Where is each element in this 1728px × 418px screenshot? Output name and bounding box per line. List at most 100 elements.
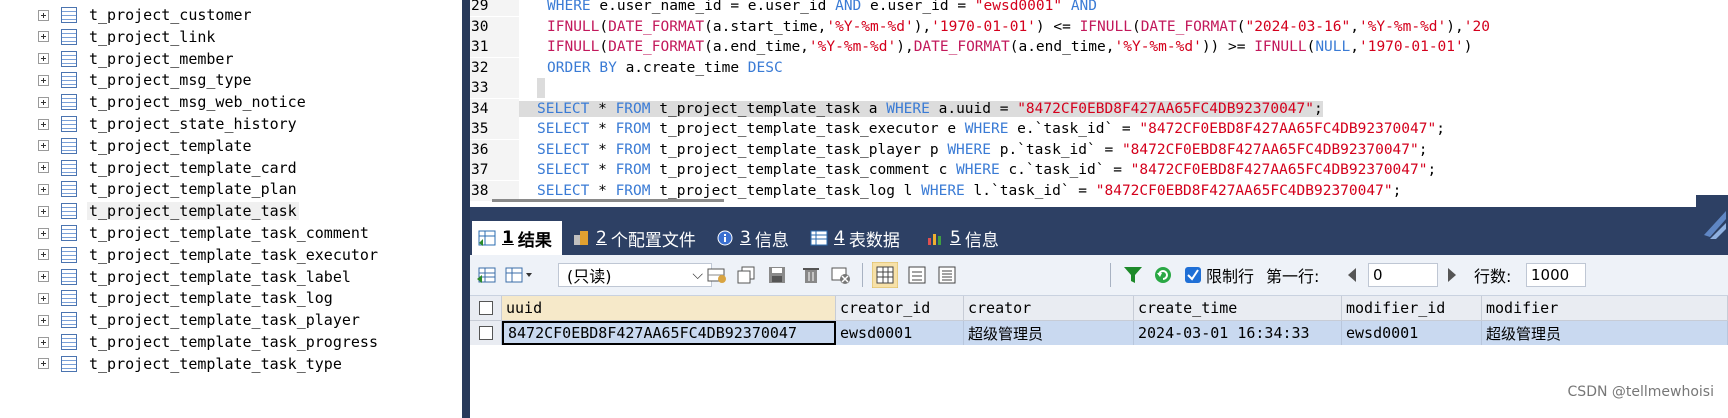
filter-icon[interactable]: [1122, 265, 1144, 285]
duplicate-row-icon[interactable]: [736, 265, 758, 285]
first-row-input[interactable]: 0: [1368, 263, 1438, 287]
grid-cell[interactable]: ewsd0001: [836, 321, 964, 345]
column-header-modifier[interactable]: modifier: [1482, 296, 1728, 321]
expand-plus-icon[interactable]: [38, 9, 49, 21]
column-header-create-time[interactable]: create_time: [1134, 296, 1342, 321]
code-line[interactable]: 34 SELECT * FROM t_project_template_task …: [470, 98, 1728, 119]
tree-item-table[interactable]: t_project_msg_type: [38, 69, 254, 91]
export-grid-icon[interactable]: [476, 265, 498, 285]
tree-item-table[interactable]: t_project_msg_web_notice: [38, 91, 308, 113]
tree-item-table[interactable]: t_project_template_task: [38, 200, 299, 222]
select-all-header[interactable]: [470, 296, 502, 321]
column-header-creator[interactable]: creator: [964, 296, 1134, 321]
grid-view-icon[interactable]: [872, 262, 898, 288]
code-token: t_project_template_task_comment c: [659, 162, 957, 178]
delete-row-icon[interactable]: [800, 265, 822, 285]
grid-cell[interactable]: ewsd0001: [1342, 321, 1482, 345]
prev-page-icon[interactable]: [1344, 265, 1360, 285]
tree-item-table[interactable]: t_project_template_task_executor: [38, 244, 380, 266]
expand-plus-icon[interactable]: [38, 271, 49, 283]
editor-horizontal-scrollbar[interactable]: [492, 199, 724, 202]
expand-plus-icon[interactable]: [38, 162, 49, 174]
tree-item-table[interactable]: t_project_template_plan: [38, 178, 299, 200]
grid-cell[interactable]: 超级管理员: [964, 321, 1134, 345]
code-line[interactable]: 36 SELECT * FROM t_project_template_task_…: [470, 139, 1728, 160]
line-number: 30: [470, 16, 519, 37]
code-text: IFNULL(DATE_FORMAT(a.end_time,'%Y-%m-%d'…: [519, 39, 1472, 55]
row-count-input[interactable]: 1000: [1526, 263, 1586, 287]
expand-plus-icon[interactable]: [38, 53, 49, 65]
tree-item-table[interactable]: t_project_template_task_player: [38, 309, 362, 331]
expand-plus-icon[interactable]: [38, 205, 49, 217]
form-view-icon[interactable]: [906, 265, 928, 285]
expand-plus-icon[interactable]: [38, 74, 49, 86]
tree-item-table[interactable]: t_project_template_task_log: [38, 287, 335, 309]
next-page-icon[interactable]: [1444, 265, 1460, 285]
expand-plus-icon[interactable]: [38, 336, 49, 348]
tree-item-table[interactable]: t_project_member: [38, 48, 236, 70]
code-token: ORDER BY: [547, 59, 626, 76]
grid-options-dropdown-icon[interactable]: [504, 265, 534, 285]
code-token: t_project_template_task_player p: [659, 141, 948, 158]
tree-item-table[interactable]: t_project_template_task_type: [38, 353, 344, 375]
tree-item-table[interactable]: t_project_customer: [38, 4, 254, 26]
tree-item-table[interactable]: t_project_template_task_label: [38, 266, 353, 288]
row-selector[interactable]: [470, 321, 502, 345]
edit-mode-select[interactable]: (只读) ⌵: [558, 263, 712, 287]
expand-plus-icon[interactable]: [38, 358, 49, 370]
expand-plus-icon[interactable]: [38, 249, 49, 261]
grid-cell[interactable]: 2024-03-01 16:34:33: [1134, 321, 1342, 345]
expand-plus-icon[interactable]: [38, 227, 49, 239]
expand-plus-icon[interactable]: [38, 118, 49, 130]
add-row-icon[interactable]: [706, 265, 728, 285]
tree-item-label: t_project_template_card: [89, 158, 297, 177]
column-header-uuid[interactable]: uuid: [502, 296, 836, 321]
expand-plus-icon[interactable]: [38, 31, 49, 43]
tab-4[interactable]: 4 表数据: [804, 221, 914, 255]
row-checkbox[interactable]: [479, 326, 493, 340]
sql-editor[interactable]: 29 WHERE e.user_name_id = e.user_id AND e…: [470, 0, 1728, 204]
refresh-icon[interactable]: [1152, 265, 1174, 285]
tree-item-table[interactable]: t_project_template: [38, 135, 254, 157]
result-grid[interactable]: uuid creator_id creator create_time modifier…: [470, 296, 1728, 418]
code-line[interactable]: 33: [470, 78, 1728, 98]
tree-item-table[interactable]: t_project_template_task_progress: [38, 331, 380, 353]
code-token: ;: [1418, 141, 1428, 158]
grid-cell[interactable]: 8472CF0EBD8F427AA65FC4DB92370047: [502, 321, 836, 345]
editor-gutter-bar: [462, 0, 470, 418]
expand-plus-icon[interactable]: [38, 96, 49, 108]
limit-rows-checkbox[interactable]: [1184, 265, 1202, 285]
code-token: *: [598, 100, 616, 117]
discard-changes-icon[interactable]: [830, 265, 852, 285]
tree-item-table[interactable]: t_project_state_history: [38, 113, 299, 135]
code-line[interactable]: 31 IFNULL(DATE_FORMAT(a.end_time,'%Y-%m-%…: [470, 37, 1728, 57]
tree-item-table[interactable]: t_project_template_card: [38, 157, 299, 179]
code-line[interactable]: 30 IFNULL(DATE_FORMAT(a.start_time,'%Y-%m…: [470, 16, 1728, 37]
tab-3[interactable]: 3 信息: [710, 221, 798, 255]
tab-5[interactable]: 5 信息: [920, 221, 1004, 255]
code-line[interactable]: 37 SELECT * FROM t_project_template_task_…: [470, 160, 1728, 180]
expand-plus-icon[interactable]: [38, 140, 49, 152]
text-view-icon[interactable]: [936, 265, 958, 285]
tab-1[interactable]: 1 结果: [472, 221, 562, 255]
expand-plus-icon[interactable]: [38, 183, 49, 195]
code-line[interactable]: 29 WHERE e.user_name_id = e.user_id AND e…: [470, 0, 1728, 16]
expand-plus-icon[interactable]: [38, 292, 49, 304]
panel-splitter[interactable]: [440, 0, 463, 418]
select-all-checkbox[interactable]: [479, 301, 493, 315]
grid-cell[interactable]: 超级管理员: [1482, 321, 1728, 345]
column-header-creator-id[interactable]: creator_id: [836, 296, 964, 321]
expand-plus-icon[interactable]: [38, 314, 49, 326]
save-icon[interactable]: [766, 265, 788, 285]
column-header-modifier-id[interactable]: modifier_id: [1342, 296, 1482, 321]
tree-item-label: t_project_template_task_player: [89, 311, 360, 330]
tab-label: 个配置文件: [610, 230, 696, 251]
code-line[interactable]: 32 ORDER BY a.create_time DESC: [470, 57, 1728, 78]
code-text: SELECT * FROM t_project_template_task_pl…: [519, 142, 1427, 158]
tab-2[interactable]: 2 个配置文件: [566, 221, 704, 255]
code-token: AND: [835, 0, 871, 14]
code-line[interactable]: 35 SELECT * FROM t_project_template_task_…: [470, 119, 1728, 139]
tree-item-table[interactable]: t_project_template_task_comment: [38, 222, 371, 244]
code-line[interactable]: 38 SELECT * FROM t_project_template_task_…: [470, 180, 1728, 201]
tree-item-table[interactable]: t_project_link: [38, 26, 217, 48]
